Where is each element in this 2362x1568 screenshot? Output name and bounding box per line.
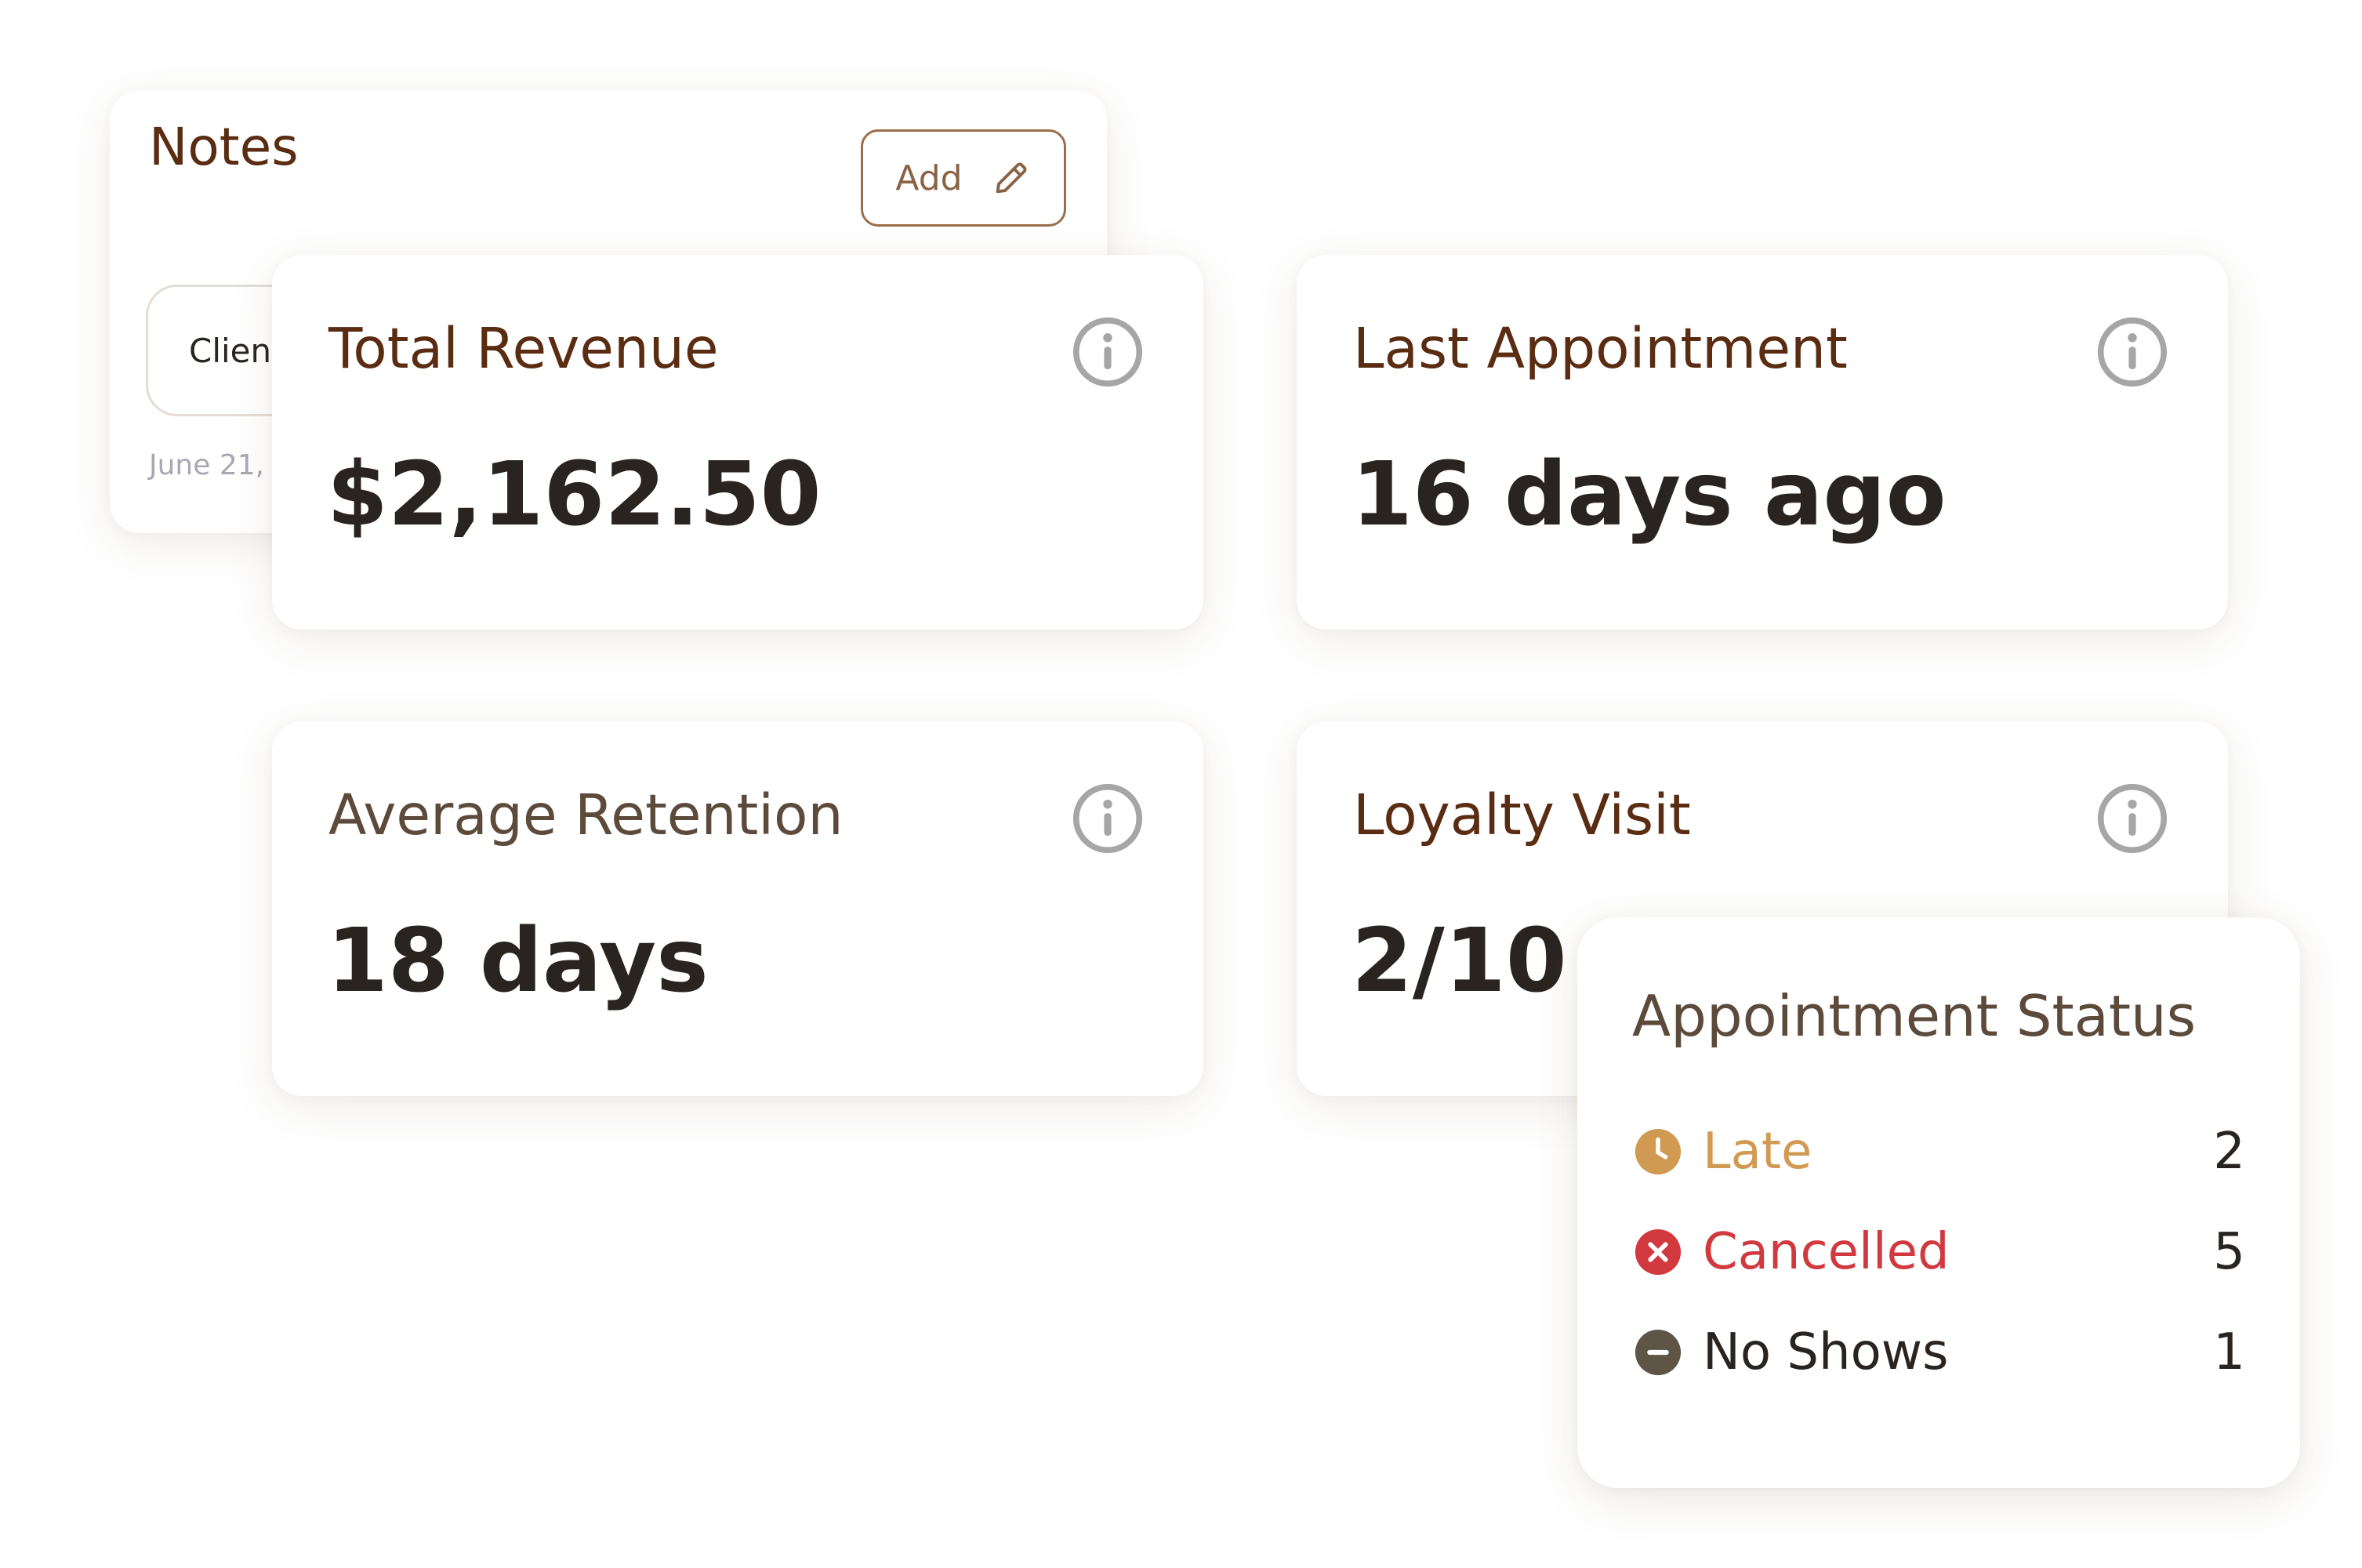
loyalty-visit-value: 2/10 xyxy=(1352,910,1567,1012)
appointment-status-card: Appointment Status xyxy=(1577,917,2300,1488)
last-appointment-label: Last Appointment xyxy=(1353,316,1848,381)
status-row-cancelled: Cancelled 5 xyxy=(1634,1217,2245,1287)
notes-title: Notes xyxy=(149,117,299,177)
status-label-late: Late xyxy=(1703,1123,1812,1181)
add-note-button[interactable]: Add xyxy=(861,129,1066,227)
note-date: June 21, xyxy=(149,449,265,481)
note-text: Clien xyxy=(189,331,272,370)
total-revenue-card: Total Revenue $2,162.50 xyxy=(272,255,1203,630)
last-appointment-card: Last Appointment 16 days ago xyxy=(1297,255,2228,630)
total-revenue-label: Total Revenue xyxy=(328,316,719,381)
info-icon[interactable] xyxy=(1072,782,1144,855)
x-circle-icon xyxy=(1635,1229,1682,1276)
status-row-no-shows: No Shows 1 xyxy=(1634,1317,2245,1388)
average-retention-card: Average Retention 18 days xyxy=(272,721,1203,1096)
info-icon[interactable] xyxy=(1072,316,1144,388)
average-retention-value: 18 days xyxy=(327,910,709,1012)
last-appointment-value: 16 days ago xyxy=(1352,444,1947,546)
loyalty-visit-label: Loyalty Visit xyxy=(1353,782,1691,848)
status-row-late: Late 2 xyxy=(1634,1116,2245,1187)
add-note-label: Add xyxy=(895,158,963,198)
total-revenue-value: $2,162.50 xyxy=(327,444,822,546)
appointment-status-title: Appointment Status xyxy=(1632,983,2197,1049)
pencil-icon xyxy=(996,162,1027,194)
info-icon[interactable] xyxy=(2096,316,2168,388)
status-count-no-shows: 1 xyxy=(2213,1323,2245,1381)
status-label-no-shows: No Shows xyxy=(1703,1323,1949,1381)
minus-circle-icon xyxy=(1635,1329,1682,1376)
info-icon[interactable] xyxy=(2096,782,2168,855)
average-retention-label: Average Retention xyxy=(328,782,844,848)
clock-icon xyxy=(1635,1128,1682,1175)
status-count-cancelled: 5 xyxy=(2213,1223,2245,1281)
status-count-late: 2 xyxy=(2213,1123,2245,1181)
status-label-cancelled: Cancelled xyxy=(1703,1223,1950,1281)
